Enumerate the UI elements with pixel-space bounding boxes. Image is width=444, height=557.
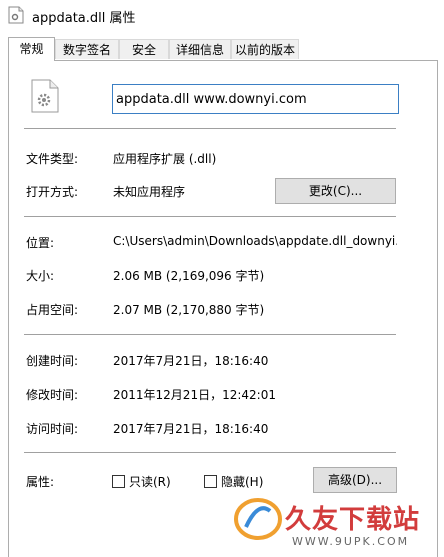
created-value: 2017年7月21日，18:16:40 [113,354,269,368]
tab-details[interactable]: 详细信息 [169,39,231,59]
dll-file-icon [8,6,24,24]
tab-security[interactable]: 安全 [119,39,169,59]
opens-with-label: 打开方式: [26,185,79,199]
hidden-label[interactable]: 隐藏(H) [221,473,263,490]
watermark-logo-icon [234,498,282,540]
separator [24,128,396,129]
file-icon [31,79,59,113]
hidden-checkbox[interactable] [204,475,217,488]
size-on-disk-label: 占用空间: [26,303,79,317]
location-value: C:\Users\admin\Downloads\appdate.dll_dow… [113,234,397,248]
separator [24,452,396,453]
separator [24,216,396,217]
file-type-value: 应用程序扩展 (.dll) [113,152,217,166]
modified-label: 修改时间: [26,388,79,402]
opens-with-value: 未知应用程序 [113,185,186,199]
modified-value: 2011年12月21日，12:42:01 [113,388,276,402]
change-button[interactable]: 更改(C)... [275,178,396,204]
size-on-disk-value: 2.07 MB (2,170,880 字节) [113,303,265,317]
filename-input[interactable] [112,84,399,114]
tab-previous-versions[interactable]: 以前的版本 [231,39,299,59]
advanced-button[interactable]: 高级(D)... [313,467,397,493]
file-type-label: 文件类型: [26,152,79,166]
general-panel: 文件类型: 应用程序扩展 (.dll) 打开方式: 未知应用程序 更改(C)..… [8,60,438,557]
tab-strip: 常规 数字签名 安全 详细信息 以前的版本 [8,37,438,61]
accessed-label: 访问时间: [26,422,79,436]
size-label: 大小: [26,269,55,283]
readonly-checkbox[interactable] [112,475,125,488]
location-label: 位置: [26,236,55,250]
readonly-label[interactable]: 只读(R) [129,473,171,490]
attributes-label: 属性: [26,475,55,489]
window-title: appdata.dll 属性 [32,11,136,26]
separator [24,334,396,335]
watermark-url: WWW.9UPK.COM [292,535,410,548]
watermark-text: 久友下载站 [285,505,421,535]
title-bar: appdata.dll 属性 [0,0,444,30]
site-watermark: 久友下载站 WWW.9UPK.COM [230,495,440,555]
tab-general[interactable]: 常规 [8,37,55,61]
size-value: 2.06 MB (2,169,096 字节) [113,269,265,283]
created-label: 创建时间: [26,354,79,368]
accessed-value: 2017年7月21日，18:16:40 [113,422,269,436]
tab-digital-signatures[interactable]: 数字签名 [55,39,119,59]
